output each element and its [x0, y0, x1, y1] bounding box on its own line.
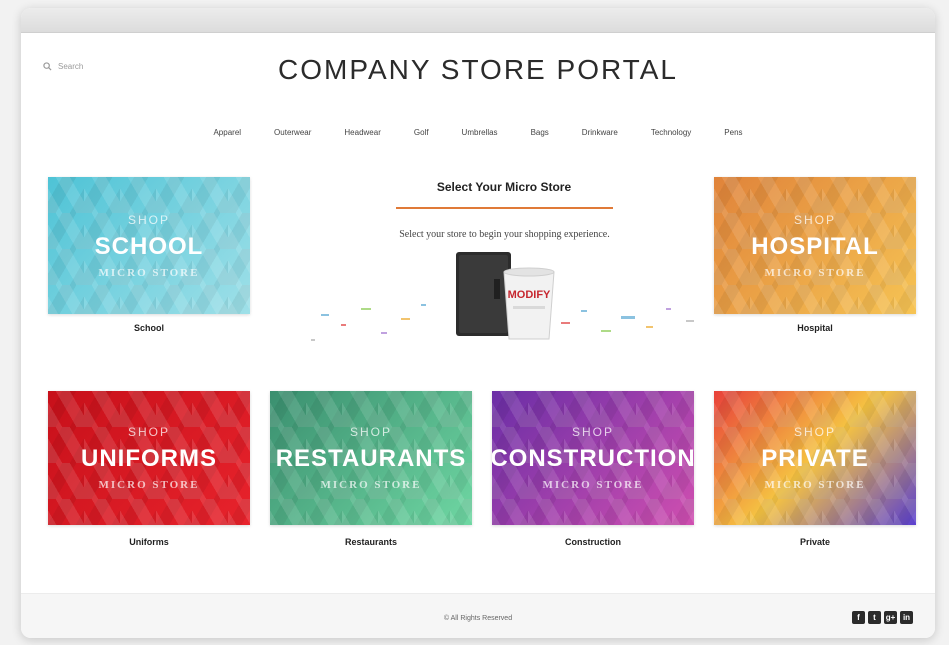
facebook-icon[interactable]: f: [852, 611, 865, 624]
banner-micro-label: MICRO STORE: [320, 479, 422, 491]
store-banner-uniforms[interactable]: SHOP UNIFORMS MICRO STORE: [48, 391, 250, 525]
banner-micro-label: MICRO STORE: [764, 479, 866, 491]
banner-store-name: HOSPITAL: [751, 232, 879, 260]
social-links: f t g+ in: [852, 611, 913, 624]
nav-item-outerwear[interactable]: Outerwear: [274, 128, 311, 137]
browser-frame: Search COMPANY STORE PORTAL Apparel Oute…: [21, 8, 935, 638]
nav-item-technology[interactable]: Technology: [651, 128, 691, 137]
store-card-construction[interactable]: SHOP CONSTRUCTION MICRO STORE Constructi…: [492, 391, 694, 547]
store-caption-hospital[interactable]: Hospital: [714, 323, 916, 333]
page-title: COMPANY STORE PORTAL: [278, 54, 678, 85]
store-caption-private[interactable]: Private: [714, 537, 916, 547]
store-card-private[interactable]: SHOP PRIVATE MICRO STORE Private: [714, 391, 916, 547]
cup-logo-text: MODIFY: [508, 289, 551, 301]
banner-shop-label: SHOP: [793, 425, 836, 439]
store-caption-construction[interactable]: Construction: [492, 537, 694, 547]
nav-item-apparel[interactable]: Apparel: [213, 128, 241, 137]
banner-micro-label: MICRO STORE: [542, 479, 644, 491]
banner-shop-label: SHOP: [793, 212, 836, 227]
center-subtitle: Select your store to begin your shopping…: [399, 229, 610, 240]
store-card-uniforms[interactable]: SHOP UNIFORMS MICRO STORE Uniforms: [48, 391, 250, 547]
banner-micro-label: MICRO STORE: [98, 266, 200, 279]
nav-item-pens[interactable]: Pens: [724, 128, 742, 137]
store-card-restaurants[interactable]: SHOP RESTAURANTS MICRO STORE Restaurants: [270, 391, 472, 547]
store-caption-school[interactable]: School: [48, 323, 250, 333]
banner-micro-label: MICRO STORE: [98, 479, 200, 491]
banner-store-name: RESTAURANTS: [275, 445, 467, 472]
nav-item-headwear[interactable]: Headwear: [344, 128, 380, 137]
store-caption-uniforms[interactable]: Uniforms: [48, 537, 250, 547]
nav-item-umbrellas[interactable]: Umbrellas: [462, 128, 498, 137]
twitter-icon[interactable]: t: [868, 611, 881, 624]
nav-item-bags[interactable]: Bags: [531, 128, 549, 137]
copyright-text: © All Rights Reserved: [443, 615, 513, 622]
banner-store-name: SCHOOL: [94, 232, 204, 260]
banner-shop-label: SHOP: [127, 212, 170, 227]
nav-item-golf[interactable]: Golf: [414, 128, 429, 137]
banner-micro-label: MICRO STORE: [764, 266, 866, 279]
nav-item-drinkware[interactable]: Drinkware: [582, 128, 618, 137]
category-nav: Apparel Outerwear Headwear Golf Umbrella…: [21, 128, 935, 137]
store-banner-construction[interactable]: SHOP CONSTRUCTION MICRO STORE: [492, 391, 694, 525]
browser-top-bar: [21, 8, 935, 33]
banner-store-name: UNIFORMS: [81, 445, 217, 472]
linkedin-icon[interactable]: in: [900, 611, 913, 624]
banner-store-name: PRIVATE: [761, 445, 869, 472]
store-card-school[interactable]: SHOP SCHOOL MICRO STORE School: [48, 177, 250, 333]
store-card-hospital[interactable]: SHOP HOSPITAL MICRO STORE Hospital: [714, 177, 916, 333]
center-title: Select Your Micro Store: [436, 180, 572, 194]
store-banner-restaurants[interactable]: SHOP RESTAURANTS MICRO STORE: [270, 391, 472, 525]
store-banner-private[interactable]: SHOP PRIVATE MICRO STORE: [714, 391, 916, 525]
banner-shop-label: SHOP: [349, 425, 392, 439]
google-plus-icon[interactable]: g+: [884, 611, 897, 624]
store-caption-restaurants[interactable]: Restaurants: [270, 537, 472, 547]
banner-shop-label: SHOP: [127, 425, 170, 439]
banner-shop-label: SHOP: [571, 425, 614, 439]
store-banner-school[interactable]: SHOP SCHOOL MICRO STORE: [48, 177, 250, 314]
footer: © All Rights Reserved f t g+ in: [21, 593, 935, 638]
store-banner-hospital[interactable]: SHOP HOSPITAL MICRO STORE: [714, 177, 916, 314]
center-divider: [396, 207, 613, 209]
banner-store-name: CONSTRUCTION: [492, 445, 694, 472]
product-image: MODIFY: [311, 252, 694, 341]
